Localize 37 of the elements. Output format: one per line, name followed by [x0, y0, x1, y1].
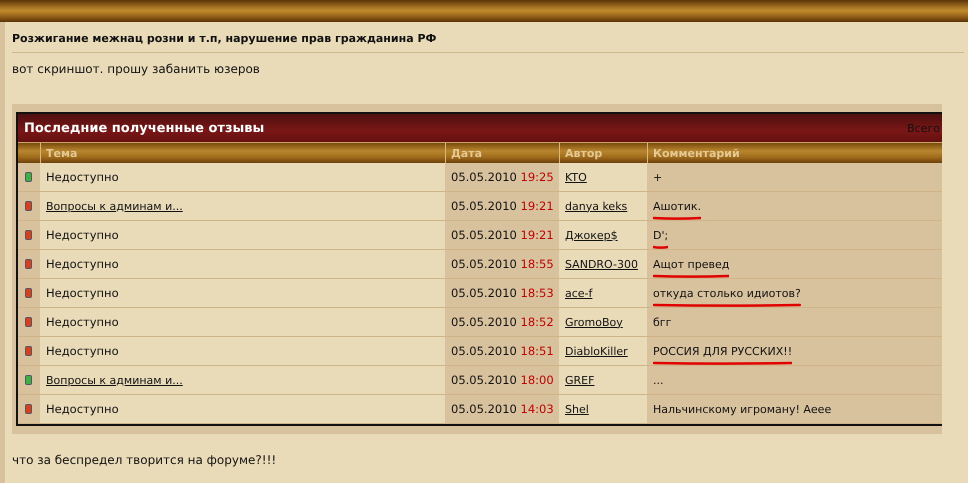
author-link[interactable]: danya keks [565, 200, 628, 212]
comment-text: D'; [653, 222, 668, 248]
comment-text: Ашотик. [653, 192, 702, 220]
topic-link[interactable]: Вопросы к админам и... [46, 374, 183, 386]
topic-cell: Недоступно [40, 337, 445, 366]
author-link[interactable]: GREF [565, 374, 594, 386]
post-title: Розжигание межнац розни и т.п, нарушение прав гражданина РФ [12, 28, 964, 53]
topic-cell: Недоступно [40, 250, 445, 279]
comment-text: откуда столько идиотов? [653, 280, 801, 306]
comment-text: Нальчинскому игроману! Аеее [653, 402, 832, 418]
comment-text: бгг [653, 314, 672, 330]
comment-text: Ащот превед [653, 250, 730, 278]
topic-cell: Недоступно [40, 308, 445, 337]
topic-cell: Недоступно [40, 395, 445, 424]
topic-cell: Недоступно [40, 279, 445, 308]
comment-text: РОССИЯ ДЛЯ РУССКИХ!! [653, 338, 792, 364]
author-link[interactable]: Джокер$ [565, 228, 618, 242]
total-label: Всего [907, 122, 941, 134]
author-link[interactable]: GromoBoy [565, 316, 623, 328]
comment-text: + [653, 170, 662, 186]
post-text: вот скриншот. прошу забанить юзеров [12, 61, 261, 76]
topic-cell: Недоступно [40, 221, 445, 250]
author-link[interactable]: DiabloKiller [565, 344, 628, 358]
header-corner [18, 143, 40, 163]
author-link[interactable]: SANDRO-300 [565, 258, 638, 270]
column-header: Тема [40, 143, 445, 163]
column-header: Дата [445, 143, 559, 163]
column-header: Комментарий [647, 143, 942, 163]
column-header: Автор [559, 143, 647, 163]
topic-link[interactable]: Вопросы к админам и... [46, 200, 183, 212]
topic-cell: Недоступно [40, 163, 445, 192]
author-link[interactable]: Shel [565, 402, 589, 416]
comment-text: ... [653, 372, 664, 388]
table-title: Последние полученные отзывы [23, 120, 264, 136]
author-link[interactable]: ace-f [565, 286, 592, 300]
author-link[interactable]: KTO [565, 170, 587, 184]
post-footer-text: что за беспредел творится на форуме?!!! [12, 453, 278, 467]
